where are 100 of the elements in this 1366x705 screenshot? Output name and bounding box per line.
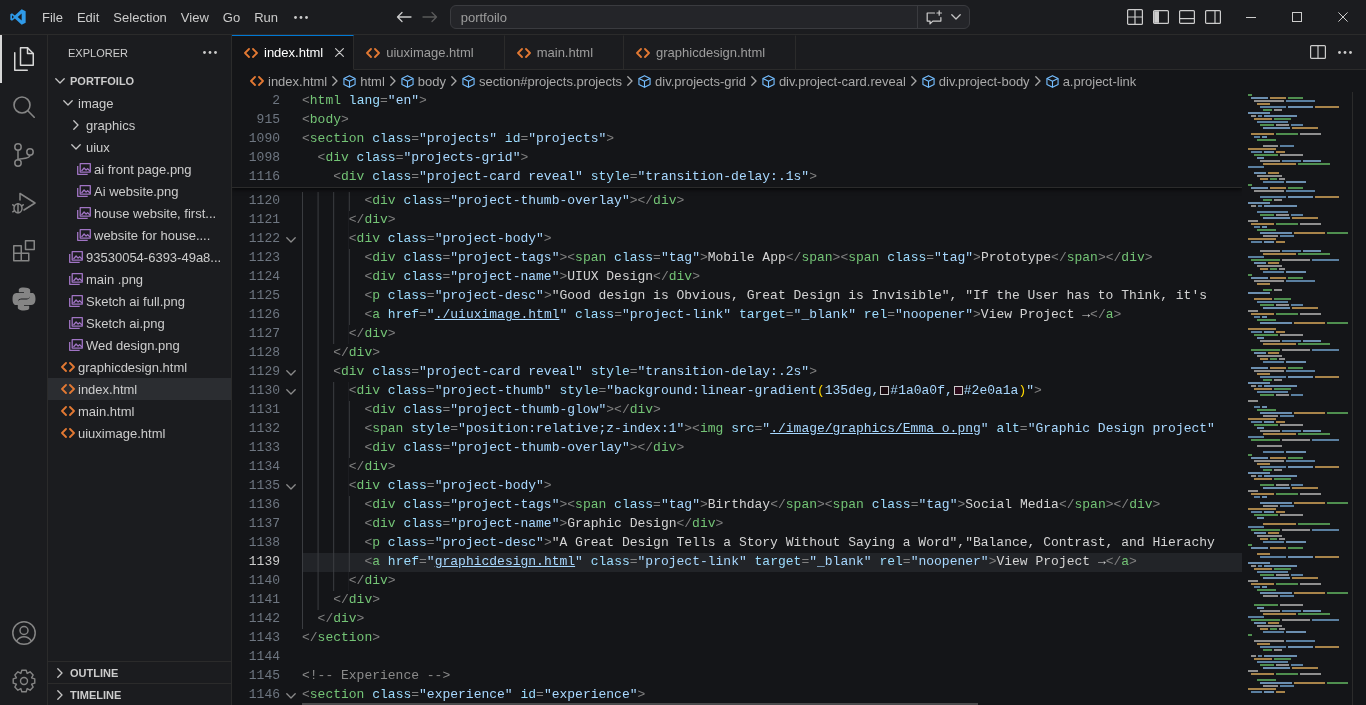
chevron-down-icon[interactable] [55, 78, 65, 84]
chevron-down-icon[interactable] [950, 14, 961, 20]
breadcrumb-item[interactable]: section#projects.projects [462, 73, 623, 89]
image-file-icon [69, 251, 83, 263]
branch-icon[interactable] [13, 143, 34, 167]
tree-item[interactable]: Sketch ai full.png [48, 290, 231, 312]
tree-item[interactable]: Sketch ai.png [48, 312, 231, 334]
split-editor-icon[interactable] [1310, 45, 1326, 59]
chevron-down-icon[interactable] [71, 144, 81, 150]
tab[interactable]: main.html [504, 35, 625, 70]
more-icon[interactable] [203, 51, 217, 54]
breadcrumb-item[interactable]: div.projects-grid [638, 73, 746, 89]
code-line: </div> [333, 345, 381, 361]
line-number: 1125 [247, 287, 280, 305]
html-file-icon [61, 362, 75, 372]
chevron-right-icon[interactable] [389, 76, 396, 86]
horizontal-scrollbar[interactable] [302, 703, 978, 705]
tree-item[interactable]: house website, first... [48, 202, 231, 224]
cube-icon [343, 74, 357, 88]
sidebar-right-icon[interactable] [1205, 9, 1221, 25]
html-file-icon [61, 384, 75, 394]
chevron-right-icon[interactable] [57, 667, 63, 678]
code-line: </div> [348, 326, 396, 342]
menu-item[interactable]: Run [247, 6, 285, 28]
run-debug-icon[interactable] [11, 191, 36, 215]
html-file-icon [61, 428, 75, 438]
tree-item[interactable]: Wed design.png [48, 334, 231, 356]
code-line: <div class="project-tags"><span class="tag">Birthday</span><span class="tag">Social Media</span></div> [364, 497, 1161, 513]
chevron-right-icon[interactable] [627, 76, 634, 86]
chevron-right-icon[interactable] [332, 76, 339, 86]
breadcrumb-item[interactable]: a.project-link [1045, 73, 1137, 89]
chevron-right-icon[interactable] [451, 76, 457, 86]
tree-item[interactable]: image [48, 92, 231, 114]
tree-item[interactable]: uiuximage.html [48, 422, 231, 444]
layout-icon[interactable] [1127, 9, 1143, 25]
tree-item[interactable]: graphics [48, 114, 231, 136]
minimize-icon[interactable] [1246, 16, 1256, 18]
chevron-right-icon[interactable] [1034, 76, 1041, 86]
menu-item[interactable]: Go [215, 6, 248, 28]
tree-item[interactable]: 93530054-6393-49a8... [48, 246, 231, 268]
tab[interactable]: uiuximage.html [354, 35, 505, 70]
breadcrumb-item[interactable]: index.html [250, 73, 328, 89]
chevron-down-icon[interactable] [286, 369, 296, 376]
search-icon[interactable] [12, 96, 35, 118]
more-icon[interactable] [1338, 50, 1352, 54]
image-file-icon [77, 229, 91, 241]
chevron-right-icon[interactable] [57, 689, 63, 700]
tree-item[interactable]: graphicdesign.html [48, 356, 231, 378]
more-icon[interactable] [294, 15, 308, 19]
extensions-icon[interactable] [12, 240, 35, 262]
breadcrumb-item[interactable]: div.project-body [921, 73, 1030, 89]
chevron-down-icon[interactable] [286, 483, 296, 490]
chevron-down-icon[interactable] [286, 236, 296, 243]
code-line: <div class="project-tags"><span class="tag">Mobile App</span><span class="tag">Prototype</span></div> [364, 250, 1153, 266]
sidebar-left-icon[interactable] [1153, 9, 1169, 25]
line-number: 1116 [247, 168, 280, 186]
menu-item[interactable]: View [173, 6, 216, 28]
chevron-down-icon[interactable] [286, 388, 296, 395]
arrow-left-icon[interactable] [395, 11, 412, 23]
code-line: </div> [348, 573, 396, 589]
menu-item[interactable]: Selection [106, 6, 174, 28]
tab[interactable]: index.html [232, 35, 355, 70]
breadcrumb-item[interactable]: div.project-card.reveal [761, 73, 906, 89]
image-file-icon [69, 317, 83, 329]
tab[interactable]: graphicdesign.html [624, 35, 797, 70]
chevron-down-icon[interactable] [286, 692, 296, 699]
html-file-icon [61, 406, 75, 416]
line-number: 1133 [247, 439, 280, 457]
python-icon[interactable] [11, 287, 36, 311]
chat-bubble-icon[interactable] [925, 9, 943, 25]
tree-item[interactable]: Ai website.png [48, 180, 231, 202]
section-header[interactable]: PORTFOILO [48, 70, 231, 92]
close-icon[interactable] [334, 48, 344, 57]
section-header[interactable]: TIMELINE [48, 683, 231, 705]
panel-bottom-icon[interactable] [1179, 9, 1195, 25]
breadcrumb-item[interactable]: body [400, 73, 446, 89]
breadcrumb-item[interactable]: html [343, 73, 385, 89]
tree-item[interactable]: website for house.... [48, 224, 231, 246]
command-center[interactable]: portfoilo [449, 5, 970, 29]
menu-item[interactable]: Edit [69, 6, 107, 28]
section-header[interactable]: OUTLINE [48, 661, 231, 683]
tree-item[interactable]: main.html [48, 400, 231, 422]
account-icon[interactable] [11, 621, 36, 645]
tree-item[interactable]: index.html [48, 378, 231, 400]
menu-item[interactable]: File [35, 6, 70, 28]
line-number: 1123 [247, 249, 280, 267]
code-line: <p class="project-desc">"A Great Design Tells a Story Without Saying a Word","Balance, Contrast, and Hierachy [364, 535, 1215, 551]
line-number: 1120 [247, 192, 280, 210]
chevron-right-icon[interactable] [73, 120, 79, 130]
maximize-icon[interactable] [1292, 12, 1302, 22]
files-icon[interactable] [13, 47, 34, 71]
tree-item[interactable]: uiux [48, 136, 231, 158]
tree-item[interactable]: main .png [48, 268, 231, 290]
tree-item[interactable]: ai front page.png [48, 158, 231, 180]
chevron-down-icon[interactable] [63, 100, 73, 106]
settings-icon[interactable] [11, 669, 36, 693]
close-icon[interactable] [1338, 12, 1348, 22]
chevron-right-icon[interactable] [910, 76, 917, 86]
chevron-right-icon[interactable] [750, 76, 757, 86]
image-file-icon [77, 163, 91, 175]
